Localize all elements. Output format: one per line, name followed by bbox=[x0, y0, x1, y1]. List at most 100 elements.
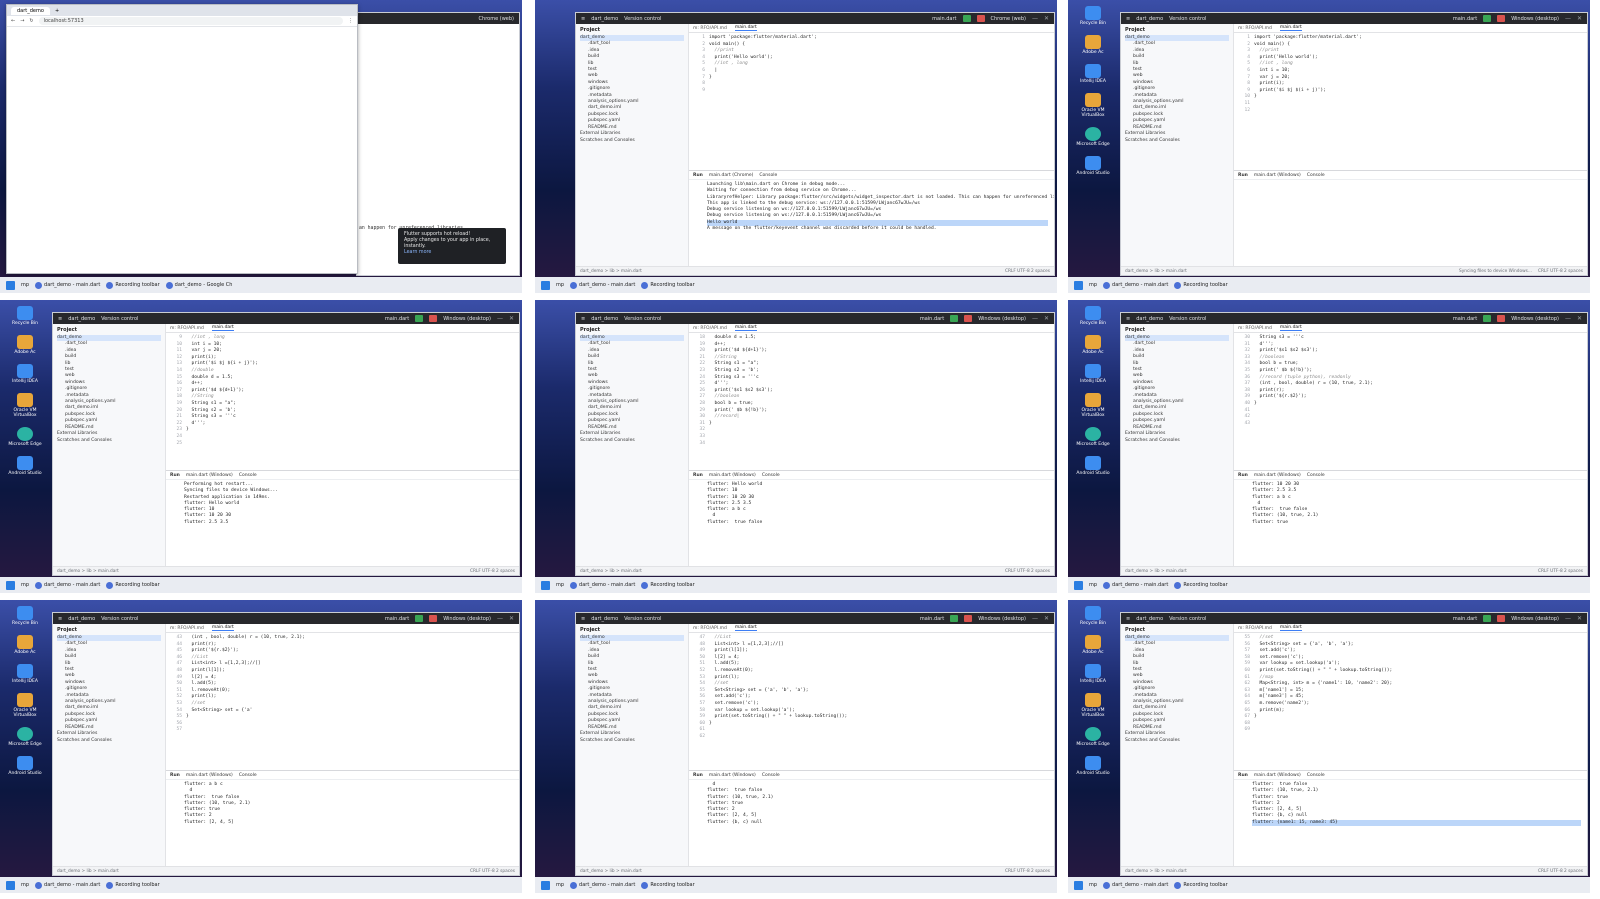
run-config-selector[interactable]: main.dart bbox=[385, 316, 409, 322]
code-line[interactable]: l.add(5); bbox=[186, 681, 519, 688]
minimize-icon[interactable]: — bbox=[1032, 615, 1038, 622]
minimize-icon[interactable]: — bbox=[1032, 15, 1038, 22]
code-line[interactable]: print('$i $j $(i + j)'); bbox=[1254, 88, 1587, 95]
stop-button[interactable] bbox=[976, 15, 985, 22]
code-line[interactable]: //int , long bbox=[709, 61, 1054, 68]
run-button[interactable] bbox=[1483, 315, 1492, 322]
code-line[interactable]: } bbox=[186, 714, 519, 721]
run-config-selector[interactable]: main.dart bbox=[1453, 316, 1477, 322]
code-line[interactable]: } bbox=[709, 421, 1054, 428]
address-bar[interactable]: localhost:57313 bbox=[38, 17, 343, 25]
console-label[interactable]: Console bbox=[1307, 473, 1325, 478]
project-selector[interactable]: dart_demo bbox=[68, 316, 95, 322]
taskbar-item-recording[interactable]: Recording toolbar bbox=[106, 281, 160, 289]
status-encoding[interactable]: CRLF UTF-8 2 spaces bbox=[1005, 269, 1050, 274]
code-line[interactable]: set.add('c'); bbox=[709, 694, 1054, 701]
code-line[interactable]: l.removeAt(0); bbox=[709, 668, 1054, 675]
device-selector[interactable]: Windows (desktop) bbox=[1511, 616, 1559, 622]
hamburger-menu-icon[interactable]: ≡ bbox=[58, 616, 62, 622]
code-line[interactable]: l.add(5); bbox=[709, 661, 1054, 668]
code-line[interactable]: | bbox=[709, 68, 1054, 75]
code-line[interactable]: //String bbox=[709, 355, 1054, 362]
device-selector[interactable]: Windows (desktop) bbox=[1511, 316, 1559, 322]
close-icon[interactable]: ✕ bbox=[509, 315, 514, 322]
taskbar-item-recording[interactable]: Recording toolbar bbox=[1174, 581, 1228, 589]
desktop-icon[interactable]: Adobe Ac bbox=[1070, 335, 1116, 355]
console-label[interactable]: Console bbox=[1307, 773, 1325, 778]
code-line[interactable]: int i = 10; bbox=[186, 342, 519, 349]
code-lines[interactable]: //int , long int i = 10; var j = 20; pri… bbox=[186, 335, 519, 468]
code-editor[interactable]: 30 31 32 33 34 35 36 37 38 39 40 41 42 43 String s3 =… bbox=[1234, 333, 1587, 470]
taskbar-item-recording[interactable]: Recording toolbar bbox=[1174, 281, 1228, 289]
vcs-selector[interactable]: Version control bbox=[624, 316, 661, 322]
desktop-icon[interactable]: Adobe Ac bbox=[1070, 635, 1116, 655]
desktop-icon[interactable]: Adobe Ac bbox=[1070, 35, 1116, 55]
code-line[interactable]: print(' $b ${!b}'); bbox=[1254, 368, 1587, 375]
code-editor[interactable]: 123456789 import 'package:flutter/materi… bbox=[689, 33, 1054, 170]
tab-main-dart[interactable]: main.dart bbox=[734, 625, 757, 631]
tree-item[interactable]: Scratches and Consoles bbox=[1125, 138, 1229, 144]
minimize-icon[interactable]: — bbox=[1565, 15, 1571, 22]
taskbar-search[interactable]: mp bbox=[21, 882, 29, 888]
code-line[interactable]: //set bbox=[709, 681, 1054, 688]
code-lines[interactable]: //List List<int> l =[1,2,3];//[] print(l… bbox=[709, 635, 1054, 768]
desktop-icon[interactable]: Intellij IDEA bbox=[2, 664, 48, 684]
code-line[interactable]: //List bbox=[709, 635, 1054, 642]
code-line[interactable]: print(i); bbox=[1254, 81, 1587, 88]
status-breadcrumb[interactable]: dart_demo > lib > main.dart bbox=[580, 269, 642, 274]
code-line[interactable]: print('$d ${d+1}'); bbox=[709, 348, 1054, 355]
status-encoding[interactable]: CRLF UTF-8 2 spaces bbox=[1538, 869, 1583, 874]
run-tab[interactable]: main.dart (Windows) bbox=[709, 773, 756, 778]
minimize-icon[interactable]: — bbox=[1032, 315, 1038, 322]
code-line[interactable]: } bbox=[709, 75, 1054, 82]
code-line[interactable]: String s3 = '''c bbox=[186, 414, 519, 421]
project-selector[interactable]: dart_demo bbox=[68, 616, 95, 622]
status-breadcrumb[interactable]: dart_demo > lib > main.dart bbox=[57, 569, 119, 574]
minimize-icon[interactable]: — bbox=[497, 615, 503, 622]
code-line[interactable]: set.remove('c'); bbox=[709, 701, 1054, 708]
close-icon[interactable]: ✕ bbox=[1044, 15, 1049, 22]
project-selector[interactable]: dart_demo bbox=[1136, 16, 1163, 22]
taskbar-item-recording[interactable]: Recording toolbar bbox=[641, 581, 695, 589]
stop-button[interactable] bbox=[1497, 15, 1506, 22]
code-line[interactable]: //set bbox=[186, 701, 519, 708]
console-label[interactable]: Console bbox=[759, 173, 777, 178]
minimize-icon[interactable]: — bbox=[1565, 615, 1571, 622]
start-button[interactable] bbox=[6, 280, 15, 290]
status-breadcrumb[interactable]: dart_demo > lib > main.dart bbox=[1125, 269, 1187, 274]
taskbar-item-recording[interactable]: Recording toolbar bbox=[106, 581, 160, 589]
close-icon[interactable]: ✕ bbox=[1577, 15, 1582, 22]
code-line[interactable]: Set<String> set = {'a' bbox=[186, 708, 519, 715]
run-tab[interactable]: main.dart (Windows) bbox=[1254, 773, 1301, 778]
code-line[interactable]: String s1 = "a"; bbox=[186, 401, 519, 408]
hamburger-menu-icon[interactable]: ≡ bbox=[1126, 16, 1130, 22]
start-button[interactable] bbox=[6, 880, 15, 890]
code-line[interactable]: List<int> l =[1,2,3];//[] bbox=[186, 661, 519, 668]
code-line[interactable]: print(l[1]); bbox=[709, 648, 1054, 655]
run-config-selector[interactable]: main.dart bbox=[932, 16, 956, 22]
desktop-icon[interactable]: Android Studio bbox=[1070, 156, 1116, 176]
close-icon[interactable]: ✕ bbox=[1577, 615, 1582, 622]
project-selector[interactable]: dart_demo bbox=[591, 316, 618, 322]
start-button[interactable] bbox=[541, 280, 550, 290]
code-line[interactable]: //int , long bbox=[186, 335, 519, 342]
hamburger-menu-icon[interactable]: ≡ bbox=[1126, 316, 1130, 322]
code-line[interactable]: m.remove('name2'); bbox=[1254, 701, 1587, 708]
code-line[interactable]: bool b = true; bbox=[709, 401, 1054, 408]
vcs-selector[interactable]: Version control bbox=[624, 16, 661, 22]
code-line[interactable]: //record| bbox=[709, 414, 1054, 421]
desktop-icon[interactable]: Microsoft Edge bbox=[1070, 427, 1116, 447]
run-button[interactable] bbox=[415, 315, 424, 322]
tab-main-dart[interactable]: main.dart bbox=[1279, 625, 1302, 631]
code-line[interactable]: (int , bool, double) r = (10, true, 2.1)… bbox=[186, 635, 519, 642]
vcs-selector[interactable]: Version control bbox=[1169, 616, 1206, 622]
vcs-selector[interactable]: Version control bbox=[101, 316, 138, 322]
code-line[interactable]: print(set.toString() + " " + lookup.toSt… bbox=[1254, 668, 1587, 675]
desktop-icon[interactable]: Intellij IDEA bbox=[1070, 364, 1116, 384]
stop-button[interactable] bbox=[1497, 615, 1506, 622]
code-line[interactable]: print(' $b ${!b}'); bbox=[709, 408, 1054, 415]
device-selector[interactable]: Windows (desktop) bbox=[443, 316, 491, 322]
status-encoding[interactable]: CRLF UTF-8 2 spaces bbox=[470, 869, 515, 874]
console-label[interactable]: Console bbox=[762, 773, 780, 778]
desktop-icon[interactable]: Recycle Bin bbox=[1070, 306, 1116, 326]
